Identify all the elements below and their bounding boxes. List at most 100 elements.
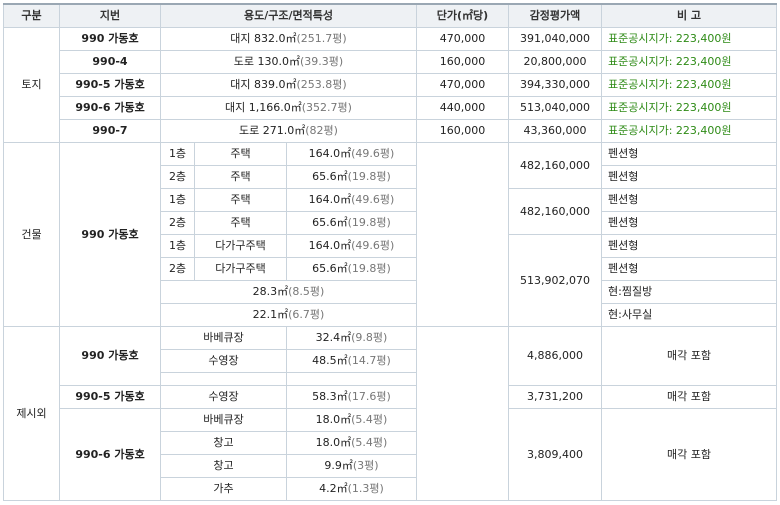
- appraised-cell: 3,731,200: [508, 385, 602, 409]
- area-cell: 대지 832.0㎡(251.7평): [160, 27, 417, 51]
- note-cell: 펜션형: [601, 257, 777, 281]
- category-exclusion: 제시외: [3, 326, 60, 501]
- area-cell: 48.5㎡(14.7평): [286, 349, 417, 373]
- use-cell: 창고: [160, 454, 287, 478]
- use-cell: 가추: [160, 477, 287, 501]
- area-cell: 18.0㎡(5.4평): [286, 431, 417, 455]
- category-building: 건물: [3, 142, 60, 327]
- unit-price-cell: 440,000: [416, 96, 509, 120]
- appraised-cell: 513,902,070: [508, 234, 602, 327]
- note-cell: 매각 포함: [601, 385, 777, 409]
- area-sub: (352.7평): [301, 101, 352, 114]
- use-cell: [160, 372, 287, 386]
- appraised-cell: 4,886,000: [508, 326, 602, 386]
- use-cell: 주택: [194, 211, 287, 235]
- header-usage: 용도/구조/면적특성: [160, 3, 417, 28]
- area-sub: (49.6평): [351, 193, 395, 206]
- floor-cell: 1층: [160, 142, 195, 166]
- table-row: 990-6 가동호 바베큐장 18.0㎡(5.4평) 3,809,400 매각 …: [4, 408, 777, 501]
- note-cell: 현:사무실: [601, 303, 777, 327]
- area-cell: 4.2㎡(1.3평): [286, 477, 417, 501]
- area-sub: (251.7평): [296, 32, 347, 45]
- use-cell: 다가구주택: [194, 257, 287, 281]
- area-main: 대지 1,166.0㎡: [225, 101, 302, 114]
- area-sub: (1.3평): [347, 482, 384, 495]
- use-cell: 다가구주택: [194, 234, 287, 258]
- area-main: 22.1㎡: [252, 308, 289, 321]
- note-cell: 표준공시지가: 223,400원: [601, 50, 777, 74]
- area-sub: (253.8평): [296, 78, 347, 91]
- note-cell: 펜션형: [601, 188, 777, 212]
- use-cell: 수영장: [160, 385, 287, 409]
- floor-cell: 2층: [160, 211, 195, 235]
- appraised-cell: 43,360,000: [508, 119, 602, 143]
- area-cell: [286, 372, 417, 386]
- note-cell: 펜션형: [601, 234, 777, 258]
- unit-price-cell: [416, 142, 509, 327]
- appraised-cell: 482,160,000: [508, 142, 602, 189]
- table-row: 990-5 가동호 수영장 58.3㎡(17.6평) 3,731,200 매각 …: [4, 385, 777, 409]
- note-cell: 표준공시지가: 223,400원: [601, 73, 777, 97]
- area-sub: (17.6평): [347, 390, 391, 403]
- area-cell: 164.0㎡(49.6평): [286, 188, 417, 212]
- lot-cell: 990-5 가동호: [59, 73, 161, 97]
- area-cell: 65.6㎡(19.8평): [286, 211, 417, 235]
- area-main: 대지 839.0㎡: [230, 78, 297, 91]
- note-cell: 표준공시지가: 223,400원: [601, 96, 777, 120]
- use-cell: 바베큐장: [160, 326, 287, 350]
- category-land: 토지: [3, 27, 60, 143]
- lot-cell: 990 가동호: [59, 142, 161, 327]
- unit-price-cell: 470,000: [416, 73, 509, 97]
- use-cell: 주택: [194, 165, 287, 189]
- appraisal-table: 구분 지번 용도/구조/면적특성 단가(㎡당) 감정평가액 비 고 토지 990…: [3, 3, 777, 501]
- unit-price-cell: 470,000: [416, 27, 509, 51]
- area-cell: 65.6㎡(19.8평): [286, 257, 417, 281]
- area-sub: (14.7평): [347, 354, 391, 367]
- area-main: 164.0㎡: [308, 147, 352, 160]
- floor-cell: 2층: [160, 165, 195, 189]
- area-main: 65.6㎡: [312, 262, 348, 275]
- note-cell: 표준공시지가: 223,400원: [601, 119, 777, 143]
- area-sub: (19.8평): [347, 262, 391, 275]
- area-main: 18.0㎡: [315, 413, 352, 426]
- area-main: 18.0㎡: [315, 436, 352, 449]
- area-main: 58.3㎡: [312, 390, 348, 403]
- header-unit-price: 단가(㎡당): [416, 3, 509, 28]
- header-category: 구분: [3, 3, 60, 28]
- table-row: 990-7 도로 271.0㎡(82평) 160,000 43,360,000 …: [4, 119, 777, 143]
- table-row: 제시외 990 가동호 바베큐장 32.4㎡(9.8평) 4,886,000 매…: [3, 326, 777, 501]
- table-row: 990-4 도로 130.0㎡(39.3평) 160,000 20,800,00…: [4, 50, 777, 74]
- area-cell: 도로 271.0㎡(82평): [160, 119, 417, 143]
- area-sub: (5.4평): [351, 436, 388, 449]
- floor-cell: 1층: [160, 188, 195, 212]
- area-main: 164.0㎡: [308, 239, 352, 252]
- area-cell: 28.3㎡(8.5평): [160, 280, 417, 304]
- appraised-cell: 391,040,000: [508, 27, 602, 51]
- table-row: 토지 990 가동호 대지 832.0㎡(251.7평) 470,000 391…: [3, 27, 777, 143]
- note-cell: 펜션형: [601, 165, 777, 189]
- area-main: 도로 271.0㎡: [239, 124, 306, 137]
- use-cell: 주택: [194, 188, 287, 212]
- appraised-cell: 20,800,000: [508, 50, 602, 74]
- floor-cell: 1층: [160, 234, 195, 258]
- area-sub: (3평): [352, 459, 379, 472]
- area-main: 대지 832.0㎡: [230, 32, 297, 45]
- use-cell: 주택: [194, 142, 287, 166]
- header-note: 비 고: [601, 3, 777, 28]
- area-cell: 32.4㎡(9.8평): [286, 326, 417, 350]
- area-cell: 22.1㎡(6.7평): [160, 303, 417, 327]
- note-cell: 펜션형: [601, 211, 777, 235]
- area-sub: (49.6평): [351, 239, 395, 252]
- area-sub: (19.8평): [347, 216, 391, 229]
- table-row: 건물 990 가동호 1층 주택 164.0㎡(49.6평) 482,160,0…: [3, 142, 777, 327]
- area-cell: 대지 1,166.0㎡(352.7평): [160, 96, 417, 120]
- area-sub: (5.4평): [351, 413, 388, 426]
- area-main: 48.5㎡: [312, 354, 348, 367]
- area-sub: (49.6평): [351, 147, 395, 160]
- area-main: 28.3㎡: [252, 285, 289, 298]
- appraised-cell: 513,040,000: [508, 96, 602, 120]
- area-main: 65.6㎡: [312, 216, 348, 229]
- area-cell: 9.9㎡(3평): [286, 454, 417, 478]
- area-sub: (39.3평): [300, 55, 344, 68]
- floor-cell: 2층: [160, 257, 195, 281]
